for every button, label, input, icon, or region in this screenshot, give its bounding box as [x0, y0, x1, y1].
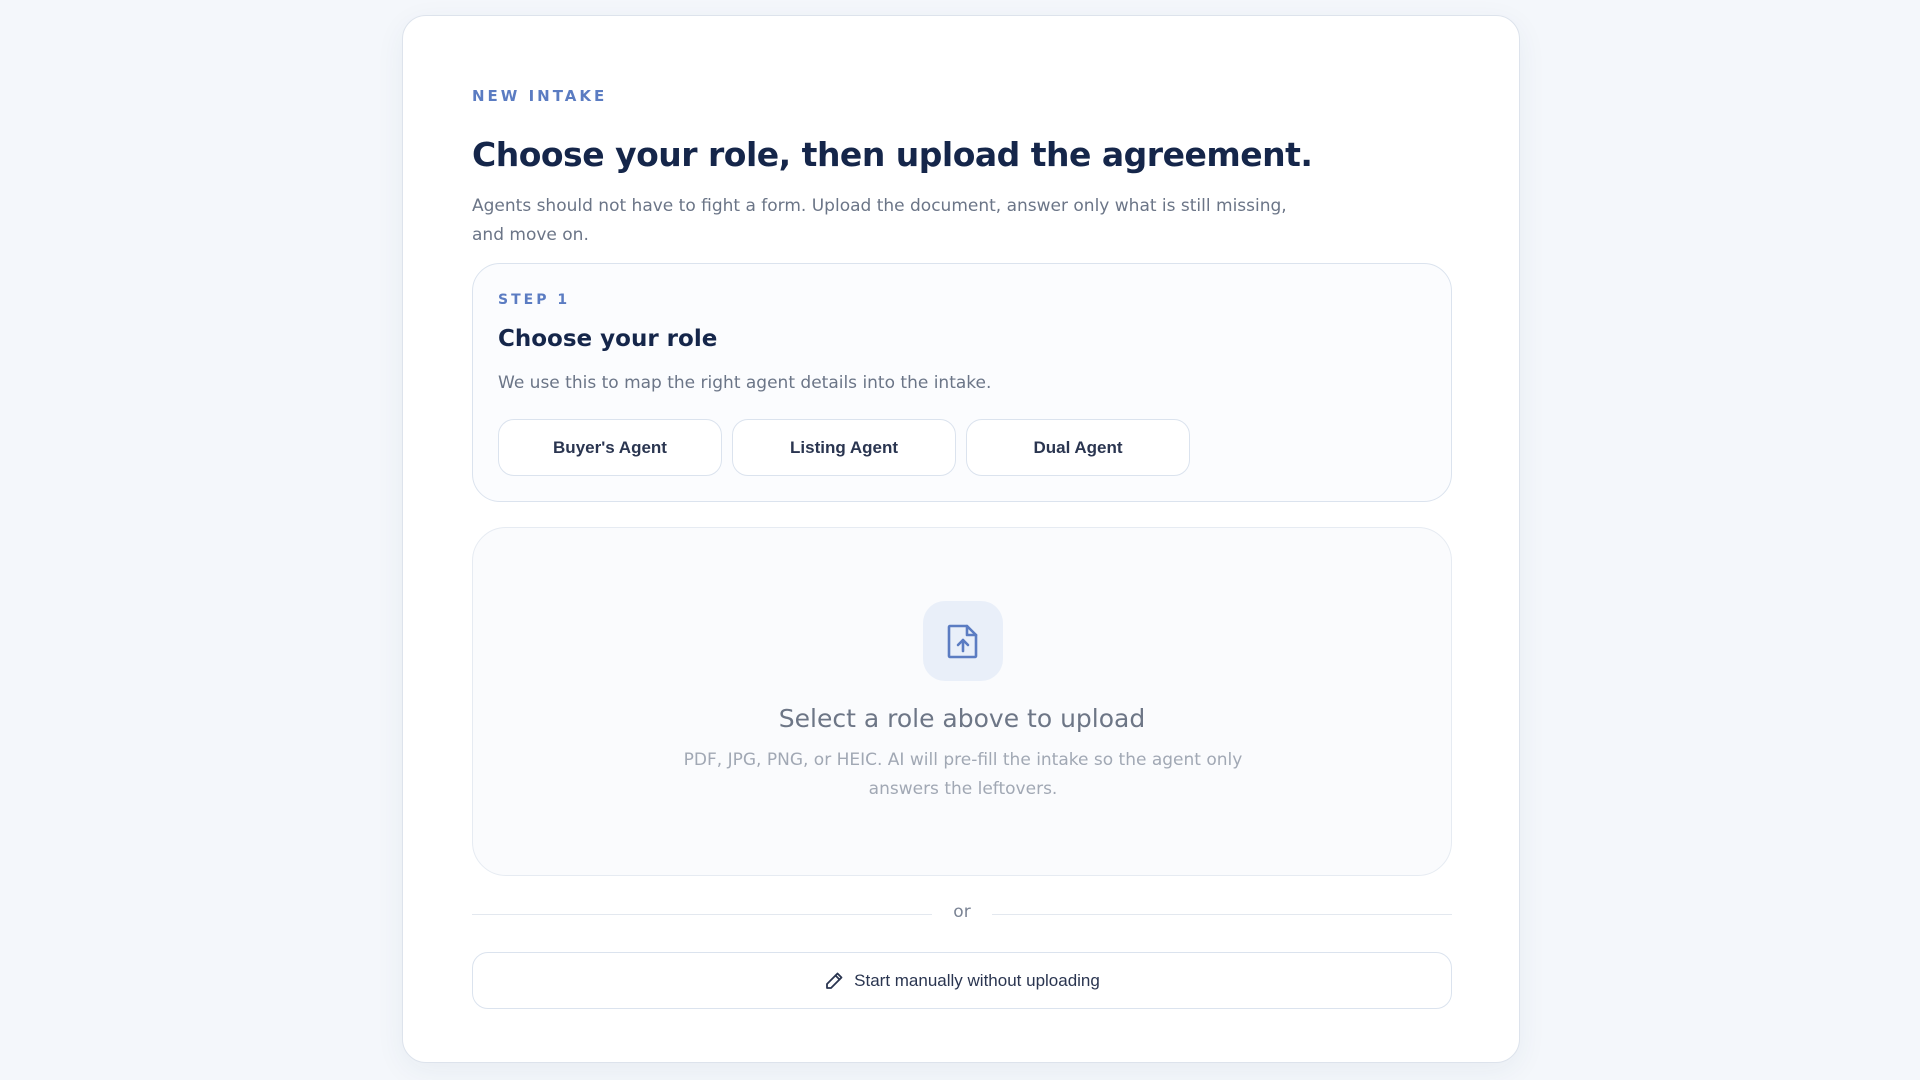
pencil-icon: [824, 971, 844, 991]
page-title: Choose your role, then upload the agreem…: [472, 135, 1313, 174]
step-label: STEP 1: [498, 292, 571, 308]
dual-agent-button[interactable]: Dual Agent: [966, 419, 1190, 476]
intake-card: NEW INTAKE Choose your role, then upload…: [402, 15, 1520, 1063]
upload-title: Select a role above to upload: [778, 704, 1146, 733]
listing-agent-button[interactable]: Listing Agent: [732, 419, 956, 476]
file-upload-icon: [923, 601, 1003, 681]
step-title: Choose your role: [498, 326, 718, 352]
divider-line-right: [992, 914, 1452, 915]
or-divider: or: [472, 902, 1452, 926]
page-subtitle: Agents should not have to fight a form. …: [472, 196, 1287, 245]
step-role-panel: STEP 1 Choose your role We use this to m…: [472, 263, 1452, 502]
divider-text: or: [953, 902, 971, 922]
buyers-agent-button[interactable]: Buyer's Agent: [498, 419, 722, 476]
upload-description: PDF, JPG, PNG, or HEIC. AI will pre-fill…: [683, 750, 1243, 799]
divider-line-left: [472, 914, 932, 915]
eyebrow-label: NEW INTAKE: [472, 87, 608, 105]
role-options: Buyer's Agent Listing Agent Dual Agent: [498, 419, 1190, 476]
step-description: We use this to map the right agent detai…: [498, 373, 992, 393]
start-manually-button[interactable]: Start manually without uploading: [472, 952, 1452, 1009]
upload-dropzone[interactable]: Select a role above to upload PDF, JPG, …: [472, 527, 1452, 876]
start-manually-label: Start manually without uploading: [854, 970, 1100, 990]
